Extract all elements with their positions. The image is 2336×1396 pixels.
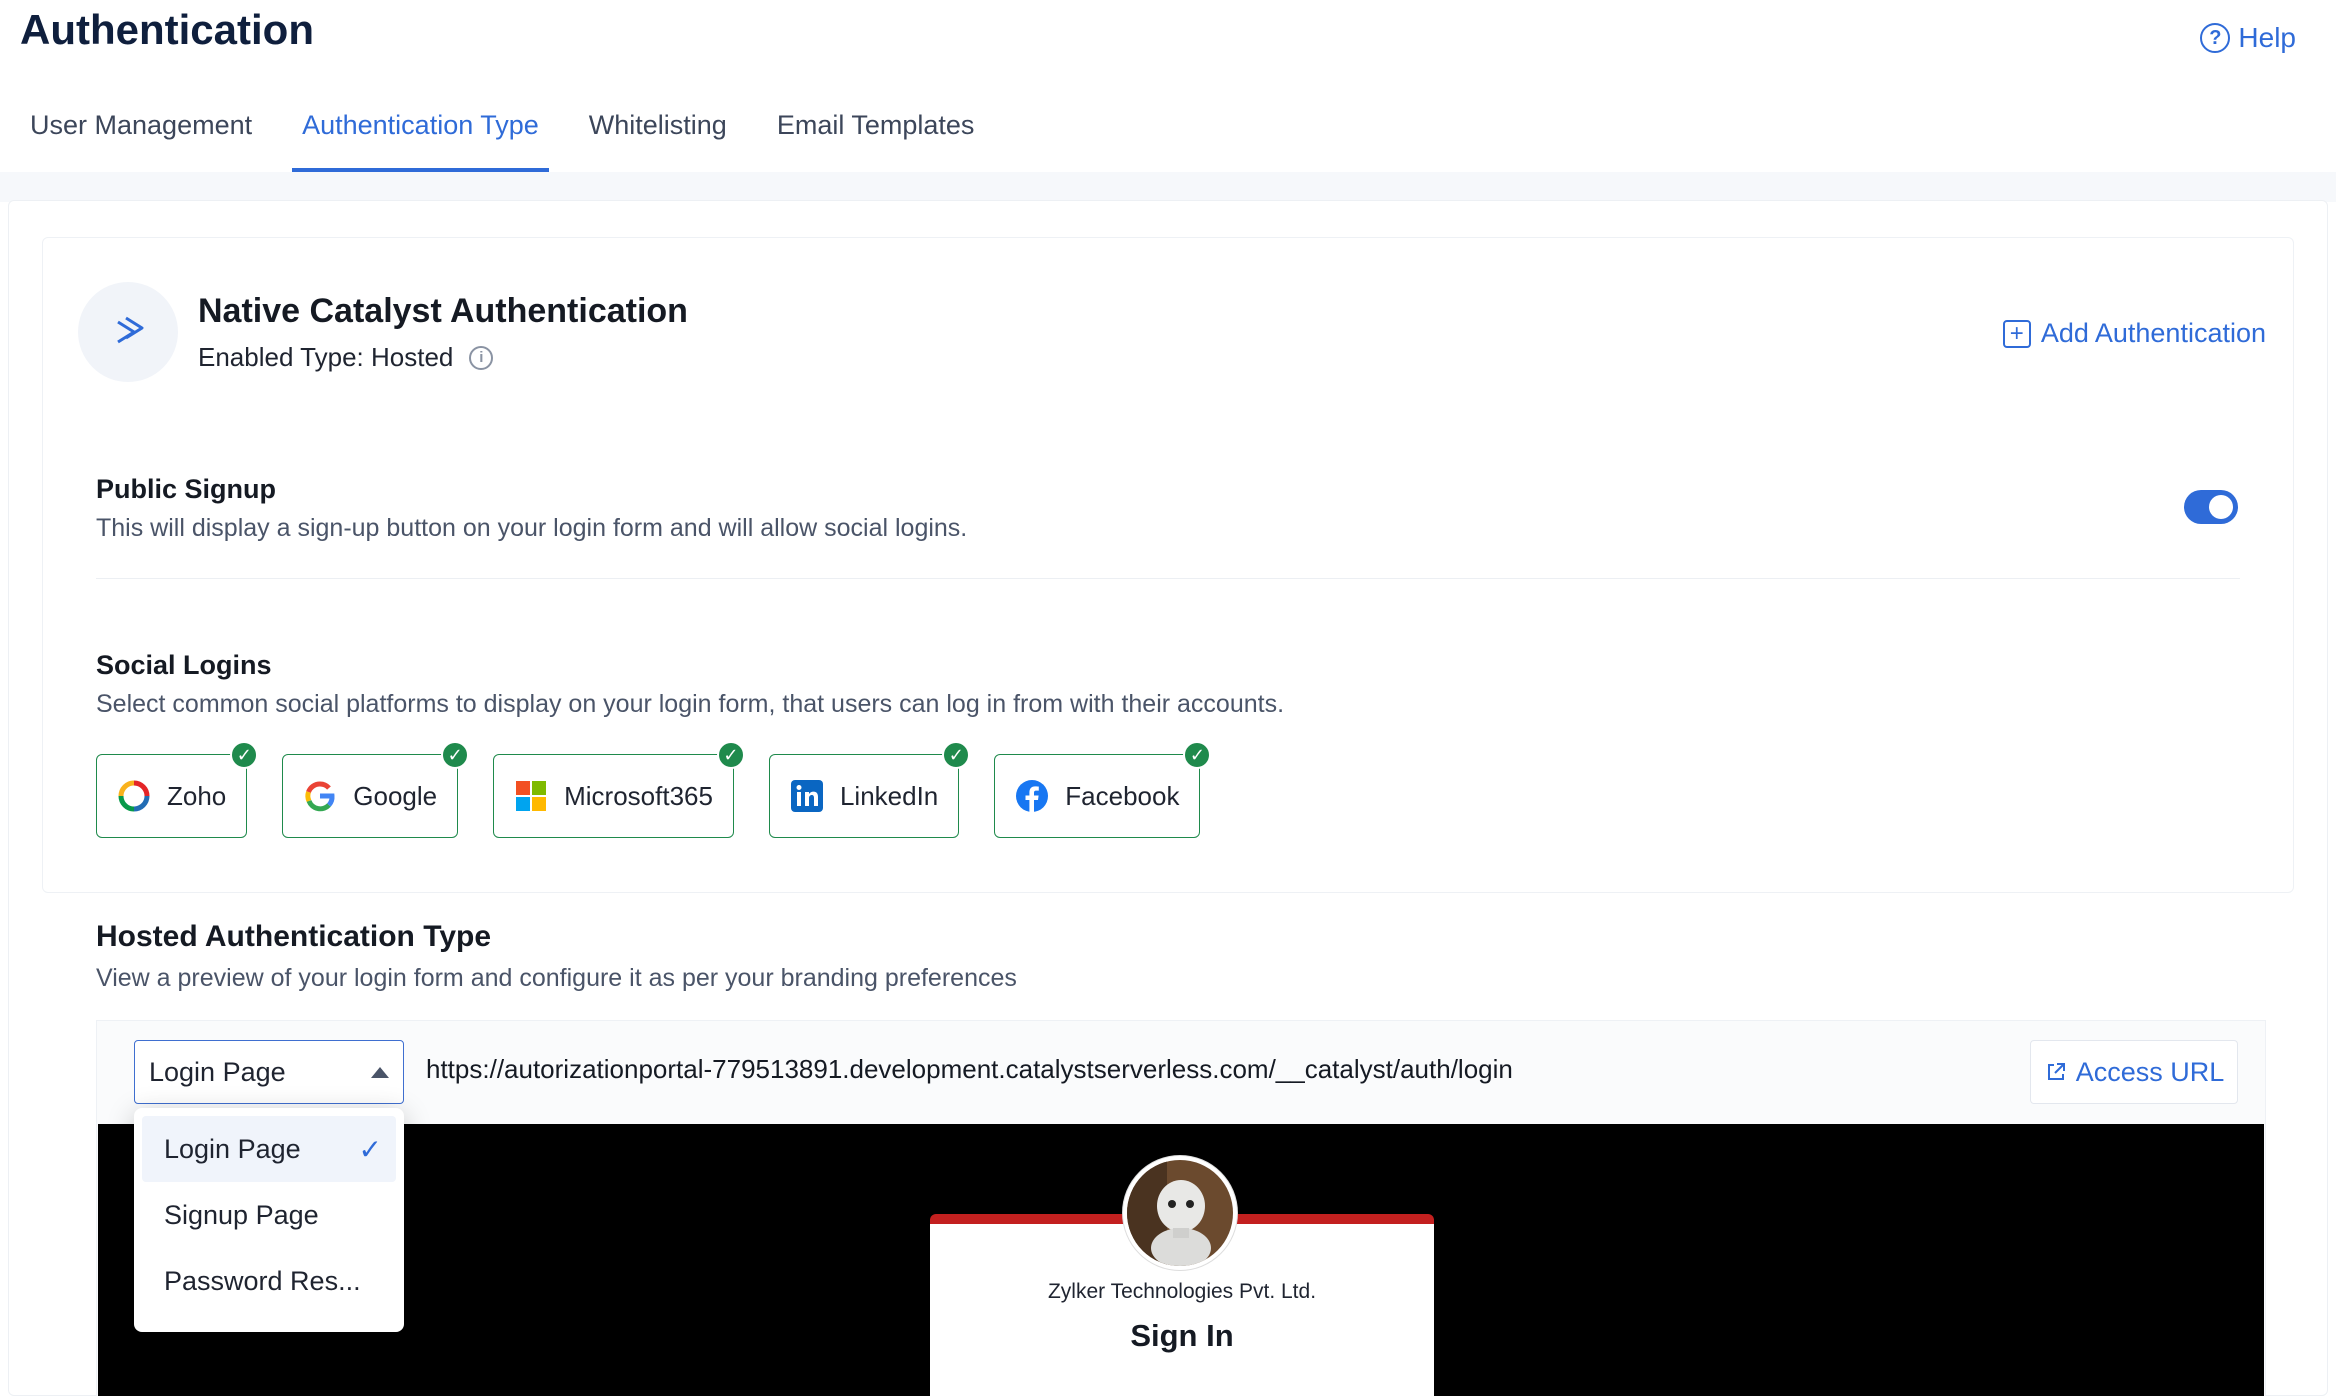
caret-up-icon <box>371 1066 389 1078</box>
social-microsoft365[interactable]: Microsoft365 ✓ <box>493 741 745 838</box>
toggle-knob <box>2209 495 2233 519</box>
public-signup-toggle[interactable] <box>2184 490 2238 524</box>
catalyst-icon <box>117 316 144 344</box>
option-signup-page[interactable]: Signup Page <box>142 1182 396 1248</box>
help-icon: ? <box>2200 23 2231 53</box>
tab-whitelisting[interactable]: Whitelisting <box>579 110 737 172</box>
sign-in-heading: Sign In <box>1130 1318 1234 1353</box>
avatar <box>1123 1156 1237 1270</box>
enabled-type-label: Enabled Type: Hosted <box>198 342 454 372</box>
add-authentication-label: Add Authentication <box>2040 318 2266 348</box>
check-icon: ✓ <box>942 741 971 769</box>
check-icon: ✓ <box>441 741 470 769</box>
tab-email-templates[interactable]: Email Templates <box>767 110 985 172</box>
tab-authentication-type[interactable]: Authentication Type <box>292 110 549 172</box>
robot-avatar-image <box>1127 1160 1233 1266</box>
hosted-title: Hosted Authentication Type <box>96 920 492 953</box>
social-login-list: Zoho ✓ Google ✓ Microsoft365 ✓ LinkedIn … <box>96 741 1212 838</box>
social-label: Facebook <box>1065 780 1180 811</box>
plus-icon: + <box>2002 319 2031 348</box>
help-label: Help <box>2238 22 2296 53</box>
access-url-button[interactable]: Access URL <box>2030 1040 2238 1104</box>
catalyst-logo <box>78 282 178 382</box>
social-facebook[interactable]: Facebook ✓ <box>994 741 1212 838</box>
enabled-type: Enabled Type: Hosted i <box>198 342 494 373</box>
page-type-select[interactable]: Login Page <box>134 1040 404 1104</box>
social-label: Google <box>353 780 438 811</box>
info-icon[interactable]: i <box>469 345 494 370</box>
public-signup-title: Public Signup <box>96 474 276 504</box>
option-password-reset[interactable]: Password Res... <box>142 1248 396 1314</box>
social-zoho[interactable]: Zoho ✓ <box>96 741 259 838</box>
hosted-desc: View a preview of your login form and co… <box>96 964 1017 992</box>
facebook-icon <box>1015 779 1049 813</box>
check-icon: ✓ <box>716 741 745 769</box>
option-login-page[interactable]: Login Page ✓ <box>142 1116 396 1182</box>
social-label: Zoho <box>167 780 227 811</box>
tab-bar: User Management Authentication Type Whit… <box>0 110 1022 172</box>
checkmark-icon: ✓ <box>358 1133 382 1165</box>
google-icon <box>303 779 337 813</box>
login-url: https://autorizationportal-779513891.dev… <box>426 1054 1513 1084</box>
tab-user-management[interactable]: User Management <box>20 110 262 172</box>
option-label: Password Res... <box>164 1265 361 1296</box>
social-logins-title: Social Logins <box>96 650 272 680</box>
help-link[interactable]: ? Help <box>2200 22 2296 54</box>
linkedin-icon <box>790 779 824 813</box>
page-title: Authentication <box>20 6 314 53</box>
divider <box>96 578 2240 579</box>
microsoft-icon <box>514 779 548 813</box>
option-label: Login Page <box>164 1133 301 1164</box>
page-type-dropdown: Login Page ✓ Signup Page Password Res... <box>134 1108 404 1332</box>
add-authentication-button[interactable]: + Add Authentication <box>2002 318 2266 349</box>
zoho-icon <box>117 779 151 813</box>
access-url-label: Access URL <box>2075 1056 2225 1087</box>
content-background <box>0 172 2336 202</box>
social-logins-desc: Select common social platforms to displa… <box>96 690 1285 718</box>
external-link-icon <box>2047 1063 2065 1080</box>
select-value: Login Page <box>149 1056 286 1087</box>
public-signup-desc: This will display a sign-up button on yo… <box>96 514 968 542</box>
social-label: LinkedIn <box>839 780 939 811</box>
check-icon: ✓ <box>230 741 259 769</box>
social-label: Microsoft365 <box>564 780 713 811</box>
auth-title: Native Catalyst Authentication <box>198 292 688 330</box>
social-google[interactable]: Google ✓ <box>282 741 470 838</box>
option-label: Signup Page <box>164 1199 319 1230</box>
company-name: Zylker Technologies Pvt. Ltd. <box>1047 1280 1317 1303</box>
social-linkedin[interactable]: LinkedIn ✓ <box>768 741 971 838</box>
